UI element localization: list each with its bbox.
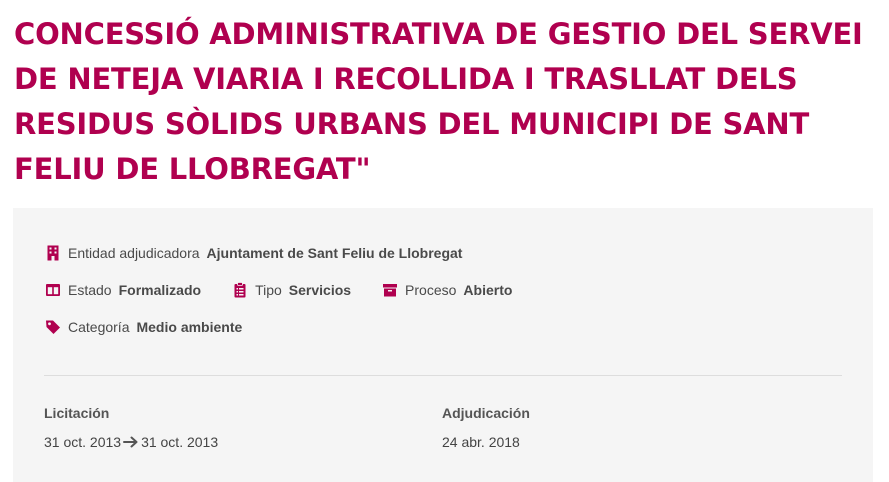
arrow-right-icon	[123, 435, 139, 449]
award-heading: Adjudicación	[442, 405, 530, 421]
contract-summary-card: Entidad adjudicadora Ajuntament de Sant …	[13, 208, 873, 482]
status-item: Estado Formalizado	[44, 281, 201, 299]
tender-date-range: 31 oct. 2013 31 oct. 2013	[44, 433, 218, 451]
type-value: Servicios	[288, 282, 352, 298]
tender-end-date: 31 oct. 2013	[141, 434, 219, 450]
columns-icon	[44, 281, 62, 299]
tender-heading: Licitación	[44, 405, 110, 421]
category-value: Medio ambiente	[136, 319, 243, 335]
status-value: Formalizado	[118, 282, 202, 298]
award-date: 24 abr. 2018	[442, 434, 520, 450]
details-row-entity: Entidad adjudicadora Ajuntament de Sant …	[44, 242, 492, 264]
type-label: Tipo	[255, 282, 282, 298]
tag-icon	[44, 318, 62, 336]
process-item: Proceso Abierto	[381, 281, 512, 299]
status-label: Estado	[68, 282, 112, 298]
award-dates: Adjudicación 24 abr. 2018	[442, 404, 530, 451]
details-row-status: Estado Formalizado Tipo Servicios Proces…	[44, 279, 542, 301]
entity-value: Ajuntament de Sant Feliu de Llobregat	[206, 245, 463, 261]
category-label: Categoría	[68, 319, 130, 335]
category-item: Categoría Medio ambiente	[44, 318, 242, 336]
divider	[44, 375, 842, 376]
clipboard-icon	[231, 281, 249, 299]
process-value: Abierto	[463, 282, 513, 298]
details-row-category: Categoría Medio ambiente	[44, 316, 272, 338]
tender-dates: Licitación 31 oct. 2013 31 oct. 2013	[44, 404, 218, 451]
entity-item: Entidad adjudicadora Ajuntament de Sant …	[44, 244, 462, 262]
tender-start-date: 31 oct. 2013	[44, 434, 122, 450]
type-item: Tipo Servicios	[231, 281, 351, 299]
archive-icon	[381, 281, 399, 299]
process-label: Proceso	[405, 282, 457, 298]
page-title: CONCESSIÓ ADMINISTRATIVA DE GESTIO DEL S…	[14, 17, 863, 186]
building-icon	[44, 244, 62, 262]
entity-label: Entidad adjudicadora	[68, 245, 200, 261]
